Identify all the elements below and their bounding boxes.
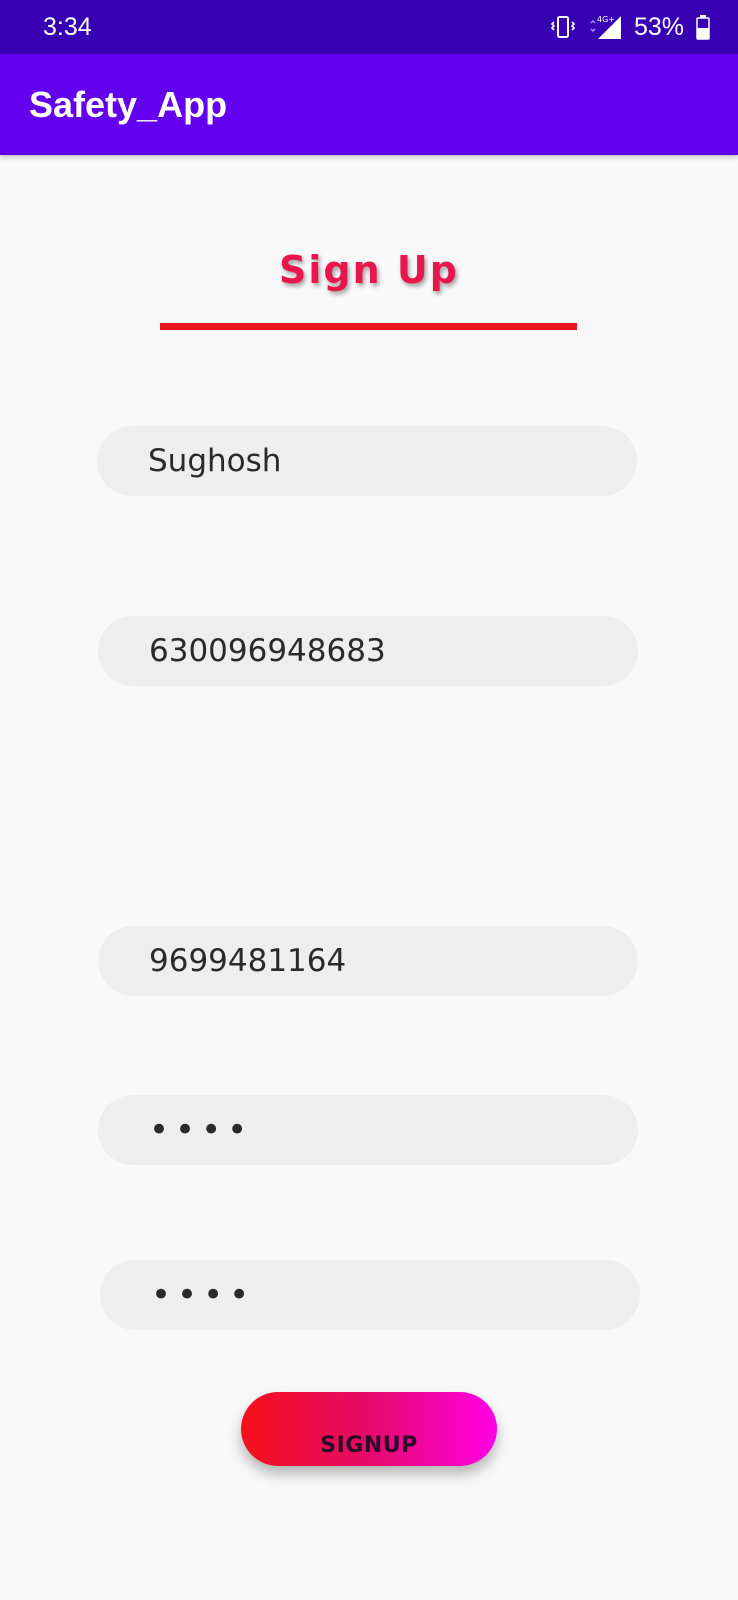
status-bar: 3:34 4G+ 53% (0, 0, 738, 54)
app-title: Safety_App (29, 84, 228, 125)
phone-field[interactable]: 9699481164 (98, 926, 638, 996)
svg-text:4G+: 4G+ (597, 15, 615, 24)
battery-percent: 53% (633, 13, 684, 41)
heading-underline (160, 323, 577, 330)
name-field[interactable]: Sughosh (97, 426, 637, 496)
vibrate-icon (550, 16, 576, 38)
confirm-password-field[interactable]: •••• (100, 1260, 640, 1330)
signup-button[interactable]: SIGNUP (241, 1392, 497, 1466)
id-number-field[interactable]: 630096948683 (98, 616, 638, 686)
password-field[interactable]: •••• (98, 1095, 638, 1165)
app-bar: Safety_App (0, 54, 738, 155)
signal-icon: 4G+ (590, 15, 621, 39)
battery-icon (696, 15, 710, 40)
status-icons: 4G+ 53% (550, 12, 710, 42)
status-time: 3:34 (43, 13, 92, 41)
signup-heading: Sign Up (279, 248, 459, 292)
